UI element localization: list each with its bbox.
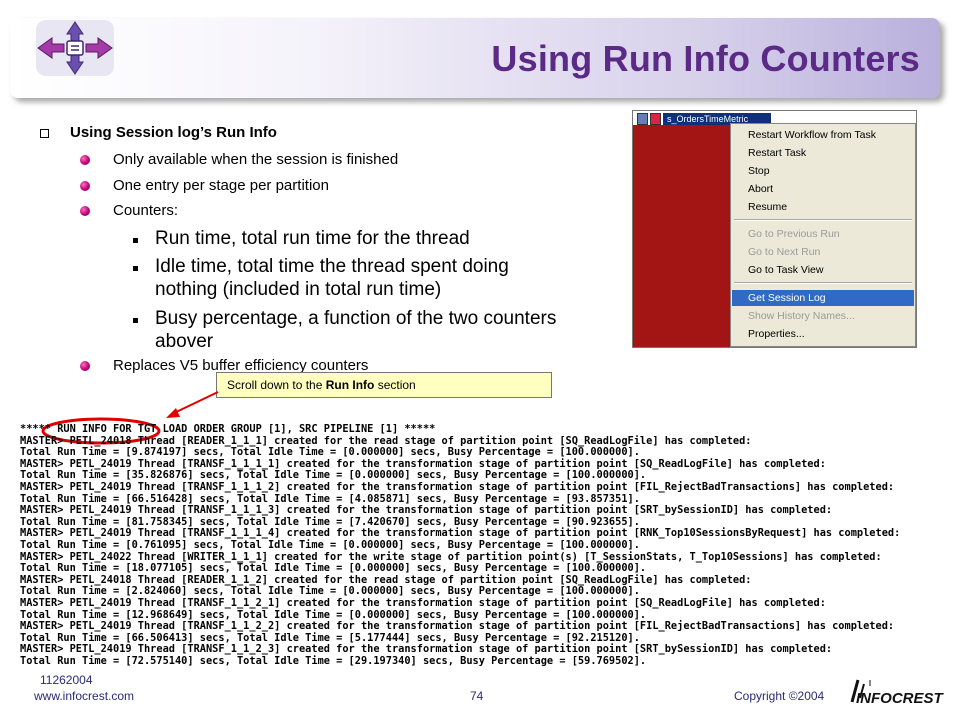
page-number: 74 — [470, 689, 484, 703]
log-line: Total Run Time = [35.826876] secs, Total… — [20, 469, 647, 482]
workflow-arrows-logo-icon — [36, 20, 114, 76]
menu-item-get-session-log[interactable]: Get Session Log — [732, 290, 914, 306]
log-line: MASTER> PETL_24019 Thread [TRANSF_1_1_1_… — [20, 457, 826, 470]
log-line: Total Run Time = [12.968649] secs, Total… — [20, 608, 647, 621]
log-line: MASTER> PETL_24018 Thread [READER_1_1_1]… — [20, 434, 752, 447]
log-line: MASTER> PETL_24019 Thread [TRANSF_1_1_1_… — [20, 481, 895, 493]
workflow-icon — [637, 113, 648, 125]
menu-separator — [734, 282, 912, 284]
bullet-dot-icon — [80, 155, 90, 165]
log-line: Total Run Time = [9.874197] secs, Total … — [20, 446, 640, 459]
bullet-level1: Using Session log’s Run Info — [70, 124, 277, 141]
log-line: MASTER> PETL_24019 Thread [TRANSF_1_1_1_… — [20, 527, 901, 540]
footer-url[interactable]: www.infocrest.com — [34, 689, 134, 703]
bullet-small-square-icon — [133, 266, 138, 271]
context-menu-screenshot: s_OrdersTimeMetric Restart Workflow from… — [632, 110, 917, 348]
log-line: Total Run Time = [66.506413] secs, Total… — [20, 631, 640, 644]
bullet-small-square-icon — [133, 238, 138, 243]
menu-item-show-history-names[interactable]: Show History Names... — [732, 308, 914, 324]
log-line: Total Run Time = [0.761095] secs, Total … — [20, 539, 640, 551]
callout-text-before: Scroll down to the — [227, 378, 326, 392]
bullet-dot-icon — [80, 206, 90, 216]
menu-item-go-next-run[interactable]: Go to Next Run — [732, 244, 914, 260]
log-line: MASTER> PETL_24019 Thread [TRANSF_1_1_2_… — [20, 620, 895, 633]
callout-note: Scroll down to the Run Info section — [216, 372, 552, 398]
log-line: Total Run Time = [2.824060] secs, Total … — [20, 585, 640, 598]
menu-item-resume[interactable]: Resume — [732, 199, 914, 215]
log-line: Total Run Time = [81.758345] secs, Total… — [20, 515, 640, 528]
bullet-level3-1: Run time, total run time for the thread — [155, 228, 470, 249]
context-menu: Restart Workflow from Task Restart Task … — [730, 123, 916, 347]
bullet-level3-2a: Idle time, total time the thread spent d… — [155, 256, 509, 277]
footer-brand: INFOCREST — [856, 690, 943, 707]
bullet-level2-3: Counters: — [113, 202, 179, 219]
log-line: ***** RUN INFO FOR TGT LOAD ORDER GROUP … — [20, 423, 436, 435]
bullet-level2-1: Only available when the session is finis… — [113, 151, 399, 168]
callout-text-bold: Run Info — [325, 378, 375, 392]
callout-text-after: section — [374, 378, 416, 392]
session-icon — [650, 113, 661, 125]
menu-item-go-previous-run[interactable]: Go to Previous Run — [732, 226, 914, 242]
menu-item-abort[interactable]: Abort — [732, 181, 914, 197]
infocrest-logo: INFOCREST — [846, 676, 943, 710]
menu-separator — [734, 219, 912, 221]
log-line: MASTER> PETL_24019 Thread [TRANSF_1_1_1_… — [20, 504, 833, 517]
bullet-dot-icon — [80, 181, 90, 191]
log-line: Total Run Time = [18.077105] secs, Total… — [20, 562, 647, 575]
bullet-level3-3b: abover — [155, 331, 214, 352]
footer-copyright: Copyright ©2004 — [734, 689, 825, 703]
bullet-level3-2b: nothing (included in total run time) — [155, 279, 442, 300]
menu-item-restart-task[interactable]: Restart Task — [732, 145, 914, 161]
footer-date: 11262004 — [40, 673, 93, 687]
log-line: MASTER> PETL_24019 Thread [TRANSF_1_1_2_… — [20, 597, 826, 609]
bullet-level3-3a: Busy percentage, a function of the two c… — [155, 308, 557, 329]
log-line: MASTER> PETL_24019 Thread [TRANSF_1_1_2_… — [20, 643, 833, 656]
log-line: Total Run Time = [72.575140] secs, Total… — [20, 655, 647, 667]
menu-item-properties[interactable]: Properties... — [732, 326, 914, 342]
bullet-square-icon — [40, 129, 49, 138]
log-line: Total Run Time = [66.516428] secs, Total… — [20, 492, 640, 505]
slide-title: Using Run Info Counters — [491, 38, 920, 79]
bullet-small-square-icon — [133, 318, 138, 323]
menu-item-go-task-view[interactable]: Go to Task View — [732, 262, 914, 278]
annotation-arrow-icon — [166, 391, 219, 418]
bullet-dot-icon — [80, 361, 90, 371]
menu-item-restart-workflow[interactable]: Restart Workflow from Task — [732, 127, 914, 143]
log-line: MASTER> PETL_24022 Thread [WRITER_1_1_1]… — [20, 550, 882, 563]
bullet-level2-2: One entry per stage per partition — [113, 177, 329, 194]
log-line: MASTER> PETL_24018 Thread [READER_1_1_2]… — [20, 573, 752, 586]
menu-item-stop[interactable]: Stop — [732, 163, 914, 179]
